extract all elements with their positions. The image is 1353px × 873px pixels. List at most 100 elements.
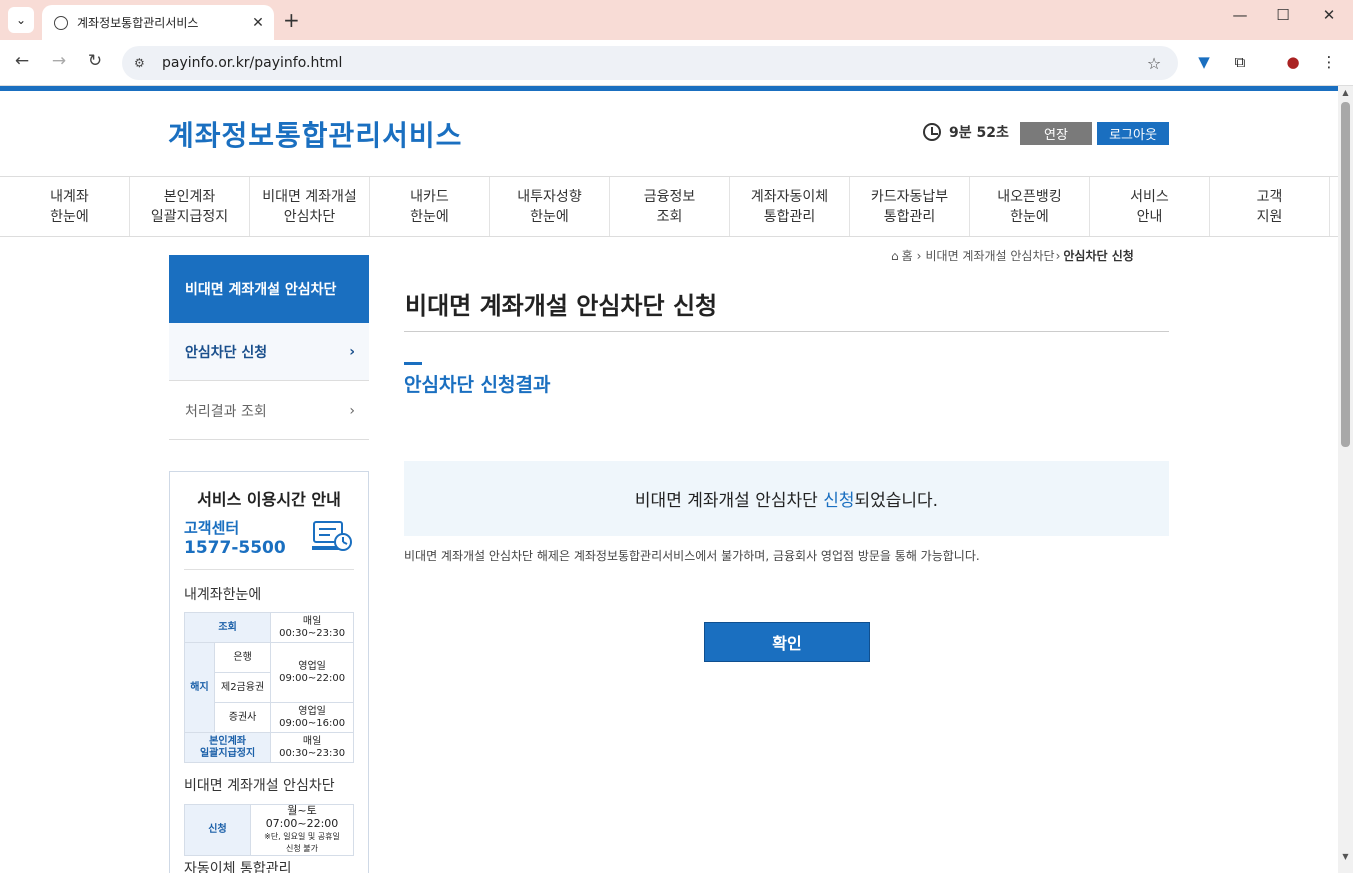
breadcrumb-separator-icon: › [1055,248,1061,263]
gnb-item-card-autopay[interactable]: 카드자동납부통합관리 [850,177,970,236]
tab-close-icon[interactable]: ✕ [248,15,268,31]
gnb-item-auto-transfer[interactable]: 계좌자동이체통합관리 [730,177,850,236]
table-cell: 영업일 09:00~22:00 [270,642,354,703]
browser-tabstrip: ⌄ 계좌정보통합관리서비스 ✕ + — ☐ ✕ [0,0,1353,40]
gnb-label: 통합관리 [763,208,816,225]
table-row: 본인계좌 일괄지급정지 매일 00:30~23:30 [183,732,354,763]
top-accent-line [0,86,1338,91]
sidebar-item-label: 안심차단 신청 [185,344,268,361]
gnb-item-service-guide[interactable]: 서비스안내 [1090,177,1210,236]
page-scrollbar[interactable]: ▲ ▼ [1338,86,1353,873]
breadcrumb-mid[interactable]: 비대면 계좌개설 안심차단 [925,247,1054,264]
sub-title: 안심차단 신청결과 [404,374,551,396]
new-tab-icon[interactable]: + [283,8,300,32]
gnb-item-investment-profile[interactable]: 내투자성향 한눈에 [490,177,610,236]
global-nav: 내계좌 한눈에 본인계좌 일괄지급정지 비대면 계좌개설 안심차단 내카드 한눈에 내투… [0,176,1338,237]
gnb-item-my-cards[interactable]: 내카드 한눈에 [370,177,490,236]
table-cell: 월~토 07:00~22:00 ※단, 일요일 및 공휴일 신청 불가 [250,804,354,856]
confirm-button[interactable]: 확인 [704,622,870,662]
forward-icon[interactable]: → [47,51,71,71]
table-cell: 신청 [184,804,251,856]
result-message-box: 비대면 계좌개설 안심차단 신청 되었습니다. [404,461,1169,536]
site-logo[interactable]: 계좌정보통합관리서비스 [168,114,462,154]
gnb-item-customer-support[interactable]: 고객지원 [1210,177,1330,236]
sidebar-item-result-lookup[interactable]: 처리결과 조회 › [169,382,369,440]
menu-kebab-icon[interactable]: ⋮ [1318,53,1340,71]
gnb-label: 계좌자동이체 [750,188,829,205]
cell-text: 본인계좌 [209,735,246,747]
site-info-icon[interactable]: ⚙ [134,56,150,70]
gnb-item-payment-stop[interactable]: 본인계좌 일괄지급정지 [130,177,250,236]
gnb-label: 서비스 [1130,188,1169,205]
address-bar[interactable]: ⚙ payinfo.or.kr/payinfo.html ☆ [122,46,1178,80]
gnb-label: 안내 [1136,208,1163,225]
cell-text: 매일 [302,735,322,747]
extend-button[interactable]: 연장 [1020,122,1092,145]
extension-vpn-icon[interactable]: ▼ [1193,53,1215,71]
bookmark-star-icon[interactable]: ☆ [1142,54,1166,73]
globe-icon [54,15,68,30]
table-cell: 조회 [183,612,272,643]
table-cell: 매일 00:30~23:30 [270,612,354,643]
table-cell: 증권사 [213,702,272,733]
cell-text: 00:30~23:30 [279,747,346,759]
breadcrumb-home[interactable]: 홈 [902,247,913,264]
scroll-down-icon[interactable]: ▼ [1338,852,1353,861]
cell-text: 일괄지급정지 [199,747,256,759]
back-icon[interactable]: ← [10,51,34,71]
cell-text: 00:30~23:30 [279,627,346,639]
section-auto-transfer: 자동이체 통합관리 [184,861,292,873]
cell-text: 영업일 [298,660,326,672]
scroll-up-icon[interactable]: ▲ [1338,88,1353,97]
tab-title: 계좌정보통합관리서비스 [77,16,199,30]
gnb-label: 금융정보 [643,188,696,205]
url-text[interactable]: payinfo.or.kr/payinfo.html [162,55,1142,71]
gnb-label: 지원 [1256,208,1283,225]
table-cell: 은행 [213,642,272,673]
gnb-label: 고객 [1256,188,1283,205]
cell-text: 09:00~22:00 [279,672,346,684]
gnb-label: 내카드 [410,188,449,205]
gnb-label: 안심차단 [283,208,336,225]
gnb-label: 한눈에 [1010,208,1049,225]
breadcrumb: ⌂ 홈 › 비대면 계좌개설 안심차단 › 안심차단 신청 [891,247,1134,264]
home-icon[interactable]: ⌂ [891,249,899,263]
divider [184,569,354,570]
call-center-icon [312,521,352,551]
sidebar-item-apply[interactable]: 안심차단 신청 › [169,323,369,381]
table-row: 해지 은행 영업일 09:00~22:00 [184,642,354,733]
gnb-item-financial-info[interactable]: 금융정보 조회 [610,177,730,236]
clock-icon [923,123,941,141]
reload-icon[interactable]: ↻ [83,51,107,71]
tab-search-chevron-icon[interactable]: ⌄ [8,7,34,33]
notice-text: 비대면 계좌개설 안심차단 해제은 계좌정보통합관리서비스에서 불가하며, 금융… [404,549,980,563]
gnb-label: 내계좌 [50,188,89,205]
gnb-label: 내오픈뱅킹 [997,188,1062,205]
cell-text: 매일 [302,615,322,627]
gnb-label: 통합관리 [883,208,936,225]
result-text-highlight: 신청 [823,491,855,511]
sub-title-accent [404,362,422,365]
section-account-block: 비대면 계좌개설 안심차단 [184,778,335,794]
table-cell: 본인계좌 일괄지급정지 [183,732,272,763]
result-text-post: 되었습니다. [854,491,939,511]
extensions-puzzle-icon[interactable]: ⧉ [1229,53,1251,71]
maximize-icon[interactable]: ☐ [1263,6,1303,24]
logout-button[interactable]: 로그아웃 [1097,122,1169,145]
chevron-right-icon: › [349,402,355,419]
divider [404,331,1169,332]
window-close-icon[interactable]: ✕ [1309,6,1349,24]
gnb-item-open-banking[interactable]: 내오픈뱅킹한눈에 [970,177,1090,236]
gnb-item-my-accounts[interactable]: 내계좌 한눈에 [10,177,130,236]
chevron-right-icon: › [349,343,355,360]
gnb-label: 카드자동납부 [870,188,949,205]
minimize-icon[interactable]: — [1220,6,1260,24]
browser-tab[interactable]: 계좌정보통합관리서비스 ✕ [42,5,274,40]
section-my-accounts: 내계좌한눈에 [184,587,262,603]
gnb-item-account-block[interactable]: 비대면 계좌개설 안심차단 [250,177,370,236]
breadcrumb-current: 안심차단 신청 [1063,249,1134,263]
profile-avatar-icon[interactable]: ● [1282,53,1304,71]
customer-center-number: 1577-5500 [184,538,286,558]
service-hours-box: 서비스 이용시간 안내 고객센터 1577-5500 내계좌한눈에 조회 매일 0… [169,471,369,873]
scrollbar-thumb[interactable] [1341,102,1350,447]
